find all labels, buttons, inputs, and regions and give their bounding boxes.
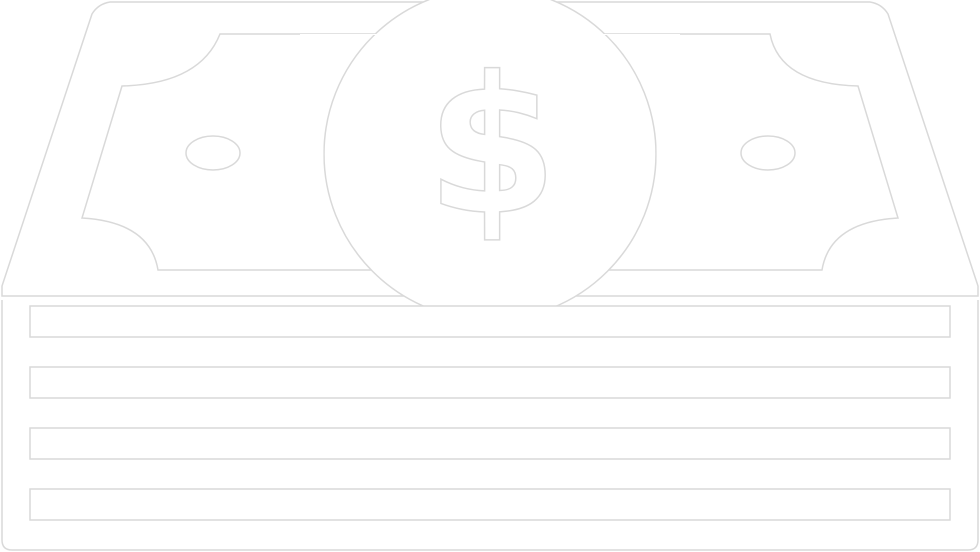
stack-layer-2	[29, 366, 951, 399]
dollar-sign: $	[426, 36, 558, 257]
stack-layer-1	[29, 305, 951, 338]
right-dot	[740, 135, 796, 171]
left-dot	[185, 135, 241, 171]
stack-layer-3	[29, 427, 951, 460]
money-stack-icon: $	[0, 0, 980, 552]
money-stack-svg: $	[1, 0, 979, 551]
stack-layer-4	[29, 488, 951, 521]
